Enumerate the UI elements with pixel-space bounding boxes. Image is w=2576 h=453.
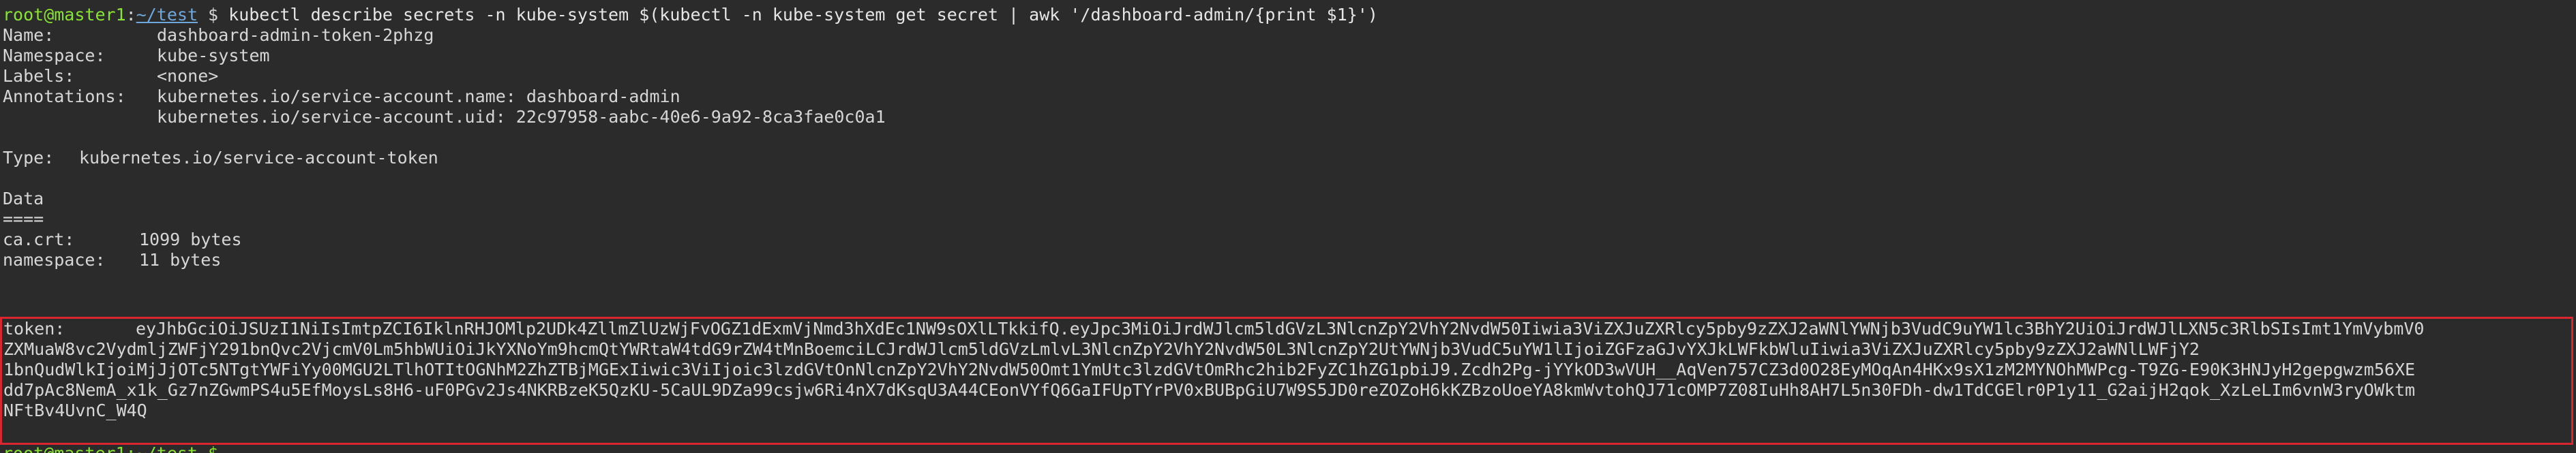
output-annotations-row-2: kubernetes.io/service-account.uid: 22c97…	[3, 107, 2576, 127]
annotation-name: kubernetes.io/service-account.name: dash…	[157, 87, 680, 106]
token-line-5: NFtBv4UvnC_W4Q	[3, 401, 147, 420]
output-name-row: Name: dashboard-admin-token-2phzg	[3, 25, 2576, 46]
next-prompt-partial: root@master1:~/test $	[3, 443, 218, 453]
name-key: Name:	[3, 25, 55, 45]
output-type-row: Type: kubernetes.io/service-account-token	[3, 148, 2576, 168]
namespace-data-value: 11 bytes	[139, 250, 222, 270]
name-value: dashboard-admin-token-2phzg	[157, 25, 434, 45]
output-ns-row: namespace: 11 bytes	[3, 250, 2576, 270]
type-key: Type:	[3, 148, 55, 168]
annotations-key: Annotations:	[3, 87, 126, 106]
namespace-data-key: namespace:	[3, 250, 106, 270]
token-key: token:	[3, 319, 65, 339]
command-text: kubectl describe secrets -n kube-system …	[228, 5, 1378, 25]
prompt-separator: :	[125, 5, 136, 25]
type-value: kubernetes.io/service-account-token	[79, 148, 438, 168]
namespace-value: kube-system	[157, 46, 270, 65]
annotation-uid: kubernetes.io/service-account.uid: 22c97…	[157, 107, 886, 127]
output-annotations-row: Annotations: kubernetes.io/service-accoun…	[3, 87, 2576, 107]
output-namespace-row: Namespace: kube-system	[3, 46, 2576, 66]
ca-crt-value: 1099 bytes	[139, 230, 242, 249]
ca-crt-key: ca.crt:	[3, 230, 75, 249]
token-line-1: token: eyJhbGciOiJSUzI1NiIsImtpZCI6IklnRH…	[2, 319, 2571, 339]
output-ca-row: ca.crt: 1099 bytes	[3, 230, 2576, 250]
namespace-key: Namespace:	[3, 46, 106, 65]
token-line-3: 1bnQudWlkIjoiMjJjOTc5NTgtYWFiYy00MGU2LTl…	[3, 360, 2416, 379]
prompt-user-host: root@master1	[3, 5, 126, 25]
token-line-4: dd7pAc8NemA_x1k_Gz7nZGwmPS4u5EfMoysLs8H6…	[3, 380, 2416, 400]
token-highlight-box: token: eyJhbGciOiJSUzI1NiIsImtpZCI6IklnRH…	[0, 317, 2573, 445]
command-line: root@master1:~/test $ kubectl describe s…	[3, 5, 2576, 25]
prompt-path: ~/test	[136, 5, 198, 25]
data-rule: ====	[3, 209, 44, 229]
prompt-dollar: $	[198, 5, 229, 25]
data-heading: Data	[3, 189, 44, 208]
token-value-part-1: eyJhbGciOiJSUzI1NiIsImtpZCI6IklnRHJOMlp2…	[136, 319, 2425, 339]
labels-value: <none>	[157, 66, 219, 86]
output-labels-row: Labels: <none>	[3, 66, 2576, 87]
token-line-2: ZXMuaW8vc2VydmljZWFjY291bnQvc2VjcmV0Lm5h…	[3, 339, 2200, 359]
labels-key: Labels:	[3, 66, 75, 86]
